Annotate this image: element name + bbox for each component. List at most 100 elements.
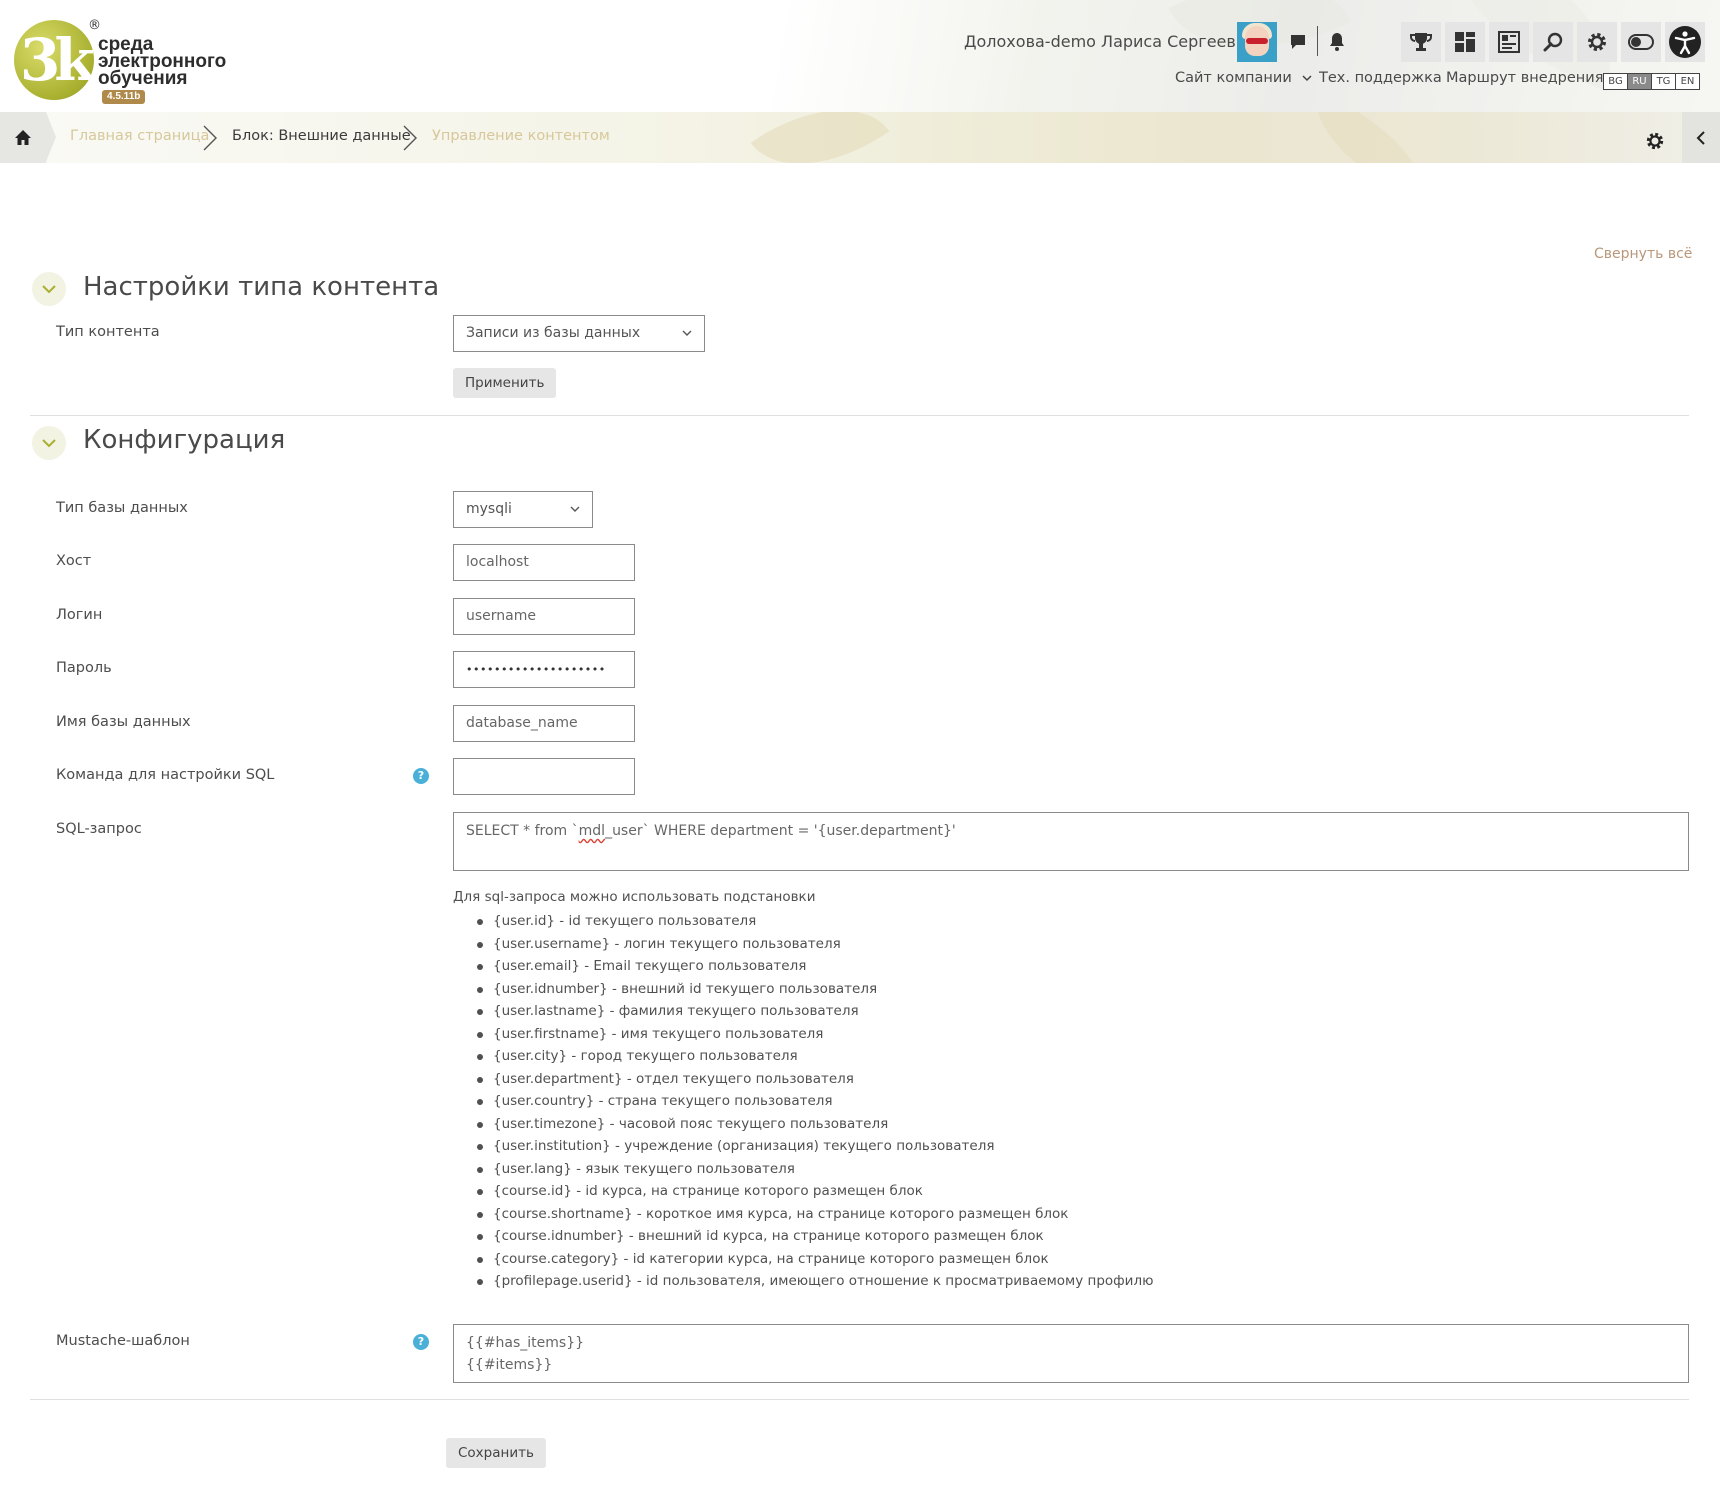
breadcrumb-decoration: [1293, 112, 1447, 163]
list-item: {user.institution} - учреждение (организ…: [476, 1135, 1153, 1158]
save-button[interactable]: Сохранить: [446, 1438, 546, 1468]
content-type-select[interactable]: Записи из базы данных: [453, 315, 705, 352]
breadcrumb-home-tip: [46, 112, 56, 162]
section-title-content-type: Настройки типа контента: [83, 272, 440, 302]
logo-text: среда электронного обучения4.5.11b: [98, 35, 234, 104]
drawer-collapse-button[interactable]: [1682, 112, 1720, 163]
host-label: Хост: [56, 553, 92, 569]
logo-line: обучения4.5.11b: [98, 68, 234, 104]
password-label: Пароль: [56, 660, 112, 676]
section-title-config: Конфигурация: [83, 425, 286, 455]
user-name[interactable]: Долохова-demo Лариса Сергеевна: [964, 32, 1256, 51]
chevron-down-icon: [682, 330, 692, 336]
chevron-down-icon: [42, 284, 56, 293]
block-settings-gear-icon[interactable]: [1640, 126, 1670, 156]
db-type-select[interactable]: mysqli: [453, 491, 593, 528]
breadcrumb-item-current[interactable]: Управление контентом: [432, 128, 610, 144]
list-item: {course.idnumber} - внешний id курса, на…: [476, 1225, 1153, 1248]
logo-line-text: обучения: [98, 68, 188, 89]
list-item: {user.department} - отдел текущего польз…: [476, 1068, 1153, 1091]
password-input[interactable]: ••••••••••••••••••••: [453, 651, 635, 688]
list-item: {profilepage.userid} - id пользователя, …: [476, 1270, 1153, 1293]
lang-ru[interactable]: RU: [1627, 73, 1652, 90]
host-input[interactable]: localhost: [453, 544, 635, 581]
apply-button[interactable]: Применить: [453, 368, 557, 398]
section-toggle-content-type[interactable]: [32, 272, 66, 306]
db-type-select-value: mysqli: [466, 501, 512, 517]
list-item: {course.category} - id категории курса, …: [476, 1248, 1153, 1271]
notifications-icon[interactable]: [1317, 22, 1357, 62]
sql-setup-label: Команда для настройки SQL: [56, 767, 275, 783]
nav-route[interactable]: Маршрут внедрения: [1446, 70, 1603, 86]
section-divider: [30, 415, 1689, 416]
sql-hint-title: Для sql-запроса можно использовать подст…: [453, 889, 816, 905]
mustache-textarea[interactable]: {{#has_items}} {{#items}}: [453, 1324, 1689, 1383]
mustache-label: Mustache-шаблон: [56, 1333, 190, 1349]
mustache-line: {{#has_items}}: [466, 1335, 585, 1351]
search-icon[interactable]: [1533, 22, 1573, 62]
breadcrumb: Главная страница Блок: Внешние данные Уп…: [0, 112, 1720, 163]
version-badge: 4.5.11b: [102, 90, 146, 104]
list-item: {user.idnumber} - внешний id текущего по…: [476, 978, 1153, 1001]
lang-tg[interactable]: TG: [1651, 73, 1676, 90]
list-item: {user.id} - id текущего пользователя: [476, 910, 1153, 933]
sql-query-textarea[interactable]: SELECT * from `mdl_user` WHERE departmen…: [453, 812, 1689, 871]
trophy-icon[interactable]: [1401, 22, 1441, 62]
nav-company-site[interactable]: Сайт компании: [1175, 70, 1312, 86]
logo-mark: 3k: [20, 26, 95, 94]
help-icon[interactable]: ?: [413, 1334, 429, 1350]
lang-en[interactable]: EN: [1675, 73, 1700, 90]
content-type-select-value: Записи из базы данных: [466, 325, 641, 341]
accessibility-icon[interactable]: [1665, 22, 1705, 62]
logo-registered: ®: [88, 18, 101, 33]
list-item: {user.city} - город текущего пользовател…: [476, 1045, 1153, 1068]
sql-setup-input[interactable]: [453, 758, 635, 795]
courses-icon[interactable]: [1489, 22, 1529, 62]
settings-icon[interactable]: [1577, 22, 1617, 62]
language-switcher: BG RU TG EN: [1603, 73, 1700, 90]
form-divider: [30, 1399, 1689, 1400]
chevron-right-icon: [403, 125, 417, 151]
breadcrumb-home-button[interactable]: [0, 112, 46, 163]
chevron-down-icon: [42, 438, 56, 447]
chevron-down-icon: [570, 506, 580, 512]
home-icon: [15, 129, 31, 145]
site-logo[interactable]: 3k ® среда электронного обучения4.5.11b: [14, 18, 234, 104]
sql-query-text: SELECT * from `: [466, 823, 579, 839]
collapse-all-link[interactable]: Свернуть всё: [1594, 246, 1692, 262]
sql-query-label: SQL-запрос: [56, 821, 142, 837]
list-item: {user.email} - Email текущего пользовате…: [476, 955, 1153, 978]
login-input[interactable]: username: [453, 598, 635, 635]
mustache-line: {{#items}}: [466, 1357, 553, 1373]
dashboard-icon[interactable]: [1445, 22, 1485, 62]
theme-toggle-icon[interactable]: [1621, 22, 1661, 62]
section-toggle-config[interactable]: [32, 426, 66, 460]
db-name-label: Имя базы данных: [56, 714, 191, 730]
sql-query-misspelled: mdl: [578, 823, 606, 839]
list-item: {user.lang} - язык текущего пользователя: [476, 1158, 1153, 1181]
avatar[interactable]: [1237, 22, 1277, 62]
nav-company-site-label: Сайт компании: [1175, 70, 1292, 86]
avatar-glasses: [1246, 38, 1268, 44]
list-item: {user.username} - логин текущего пользов…: [476, 933, 1153, 956]
lang-bg[interactable]: BG: [1603, 73, 1628, 90]
login-label: Логин: [56, 607, 103, 623]
sql-hint-list: {user.id} - id текущего пользователя {us…: [476, 910, 1153, 1293]
db-name-input[interactable]: database_name: [453, 705, 635, 742]
content-type-label: Тип контента: [56, 324, 160, 340]
chevron-left-icon: [1696, 130, 1705, 145]
breadcrumb-item-block[interactable]: Блок: Внешние данные: [232, 128, 411, 144]
list-item: {user.firstname} - имя текущего пользова…: [476, 1023, 1153, 1046]
help-icon[interactable]: ?: [413, 768, 429, 784]
breadcrumb-decoration: [750, 112, 890, 163]
page-header: 3k ® среда электронного обучения4.5.11b …: [0, 0, 1720, 112]
list-item: {course.id} - id курса, на странице кото…: [476, 1180, 1153, 1203]
chevron-right-icon: [203, 125, 217, 151]
list-item: {course.shortname} - короткое имя курса,…: [476, 1203, 1153, 1226]
chevron-down-icon: [1302, 75, 1312, 82]
nav-support[interactable]: Тех. поддержка: [1319, 70, 1442, 86]
list-item: {user.lastname} - фамилия текущего польз…: [476, 1000, 1153, 1023]
list-item: {user.timezone} - часовой пояс текущего …: [476, 1113, 1153, 1136]
breadcrumb-item-home[interactable]: Главная страница: [70, 128, 209, 144]
messages-icon[interactable]: [1278, 22, 1318, 62]
